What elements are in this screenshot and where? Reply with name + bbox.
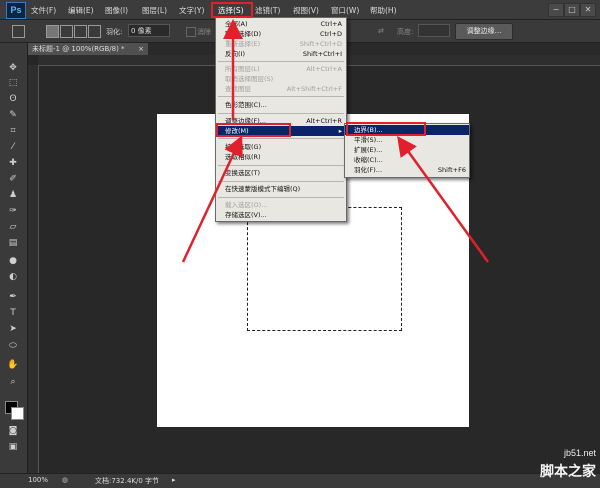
arrow-to-modify	[181, 135, 243, 263]
watermark-name: 脚本之家	[540, 464, 596, 480]
watermark-url: jb51.net	[563, 448, 596, 458]
arrow-to-border	[397, 135, 490, 263]
watermark: jb51.net 脚本之家	[520, 448, 598, 484]
annotation-arrows	[181, 19, 490, 263]
